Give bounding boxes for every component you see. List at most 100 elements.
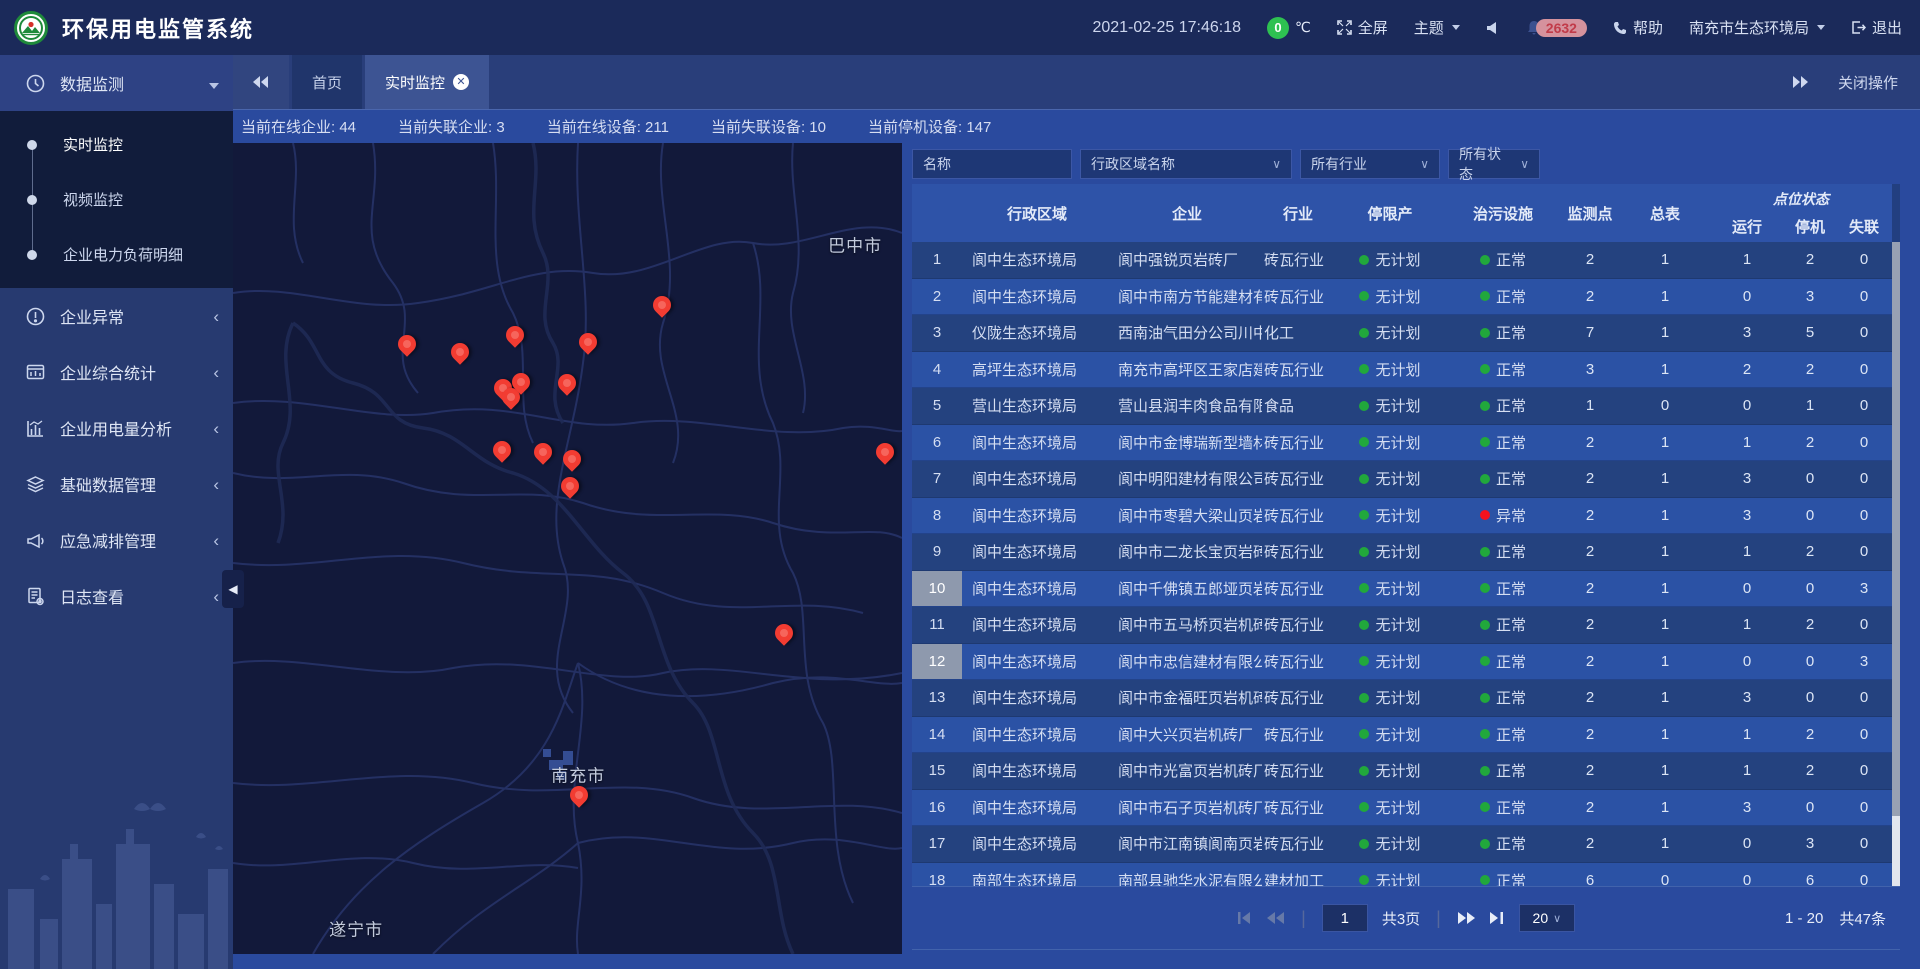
cell-meters: 1	[1620, 279, 1710, 315]
cell-points: 6	[1560, 863, 1620, 887]
cell-plan-status: 无计划	[1334, 644, 1446, 680]
table-row[interactable]: 18南部生态环境局南部县驰华水泥有限公建材加工无计划正常60060	[912, 863, 1892, 887]
cell-points: 2	[1560, 717, 1620, 753]
cell-run: 2	[1710, 352, 1784, 388]
row-number: 15	[912, 753, 962, 789]
status-dot-icon	[1480, 328, 1490, 338]
cell-points: 2	[1560, 498, 1620, 534]
theme-dropdown[interactable]: 主题	[1414, 17, 1460, 38]
cell-meters: 1	[1620, 352, 1710, 388]
status-dot-icon	[1359, 693, 1369, 703]
cell-region: 高坪生态环境局	[962, 352, 1112, 388]
col-header-industry: 行业	[1262, 184, 1334, 242]
table-row[interactable]: 14阆中生态环境局阆中大兴页岩机砖厂砖瓦行业无计划正常21120	[912, 717, 1892, 754]
row-number: 11	[912, 607, 962, 643]
logout-button[interactable]: 退出	[1851, 17, 1902, 38]
sound-mute-button[interactable]	[1486, 21, 1500, 35]
notifications-button[interactable]: 2632	[1526, 19, 1587, 37]
cell-lost: 0	[1836, 498, 1892, 534]
sidebar-item-企业电力负荷明细[interactable]: 企业电力负荷明细	[0, 227, 233, 282]
tab-close-icon[interactable]: ✕	[453, 74, 469, 90]
table-row[interactable]: 2阆中生态环境局阆中市南方节能建材有砖瓦行业无计划正常21030	[912, 279, 1892, 316]
cell-region: 仪陇生态环境局	[962, 315, 1112, 351]
table-row[interactable]: 17阆中生态环境局阆中市江南镇阆南页岩砖瓦行业无计划正常21030	[912, 826, 1892, 863]
next-page-button[interactable]	[1457, 911, 1475, 925]
table-row[interactable]: 8阆中生态环境局阆中市枣碧大梁山页岩砖瓦行业无计划异常21300	[912, 498, 1892, 535]
cell-industry: 砖瓦行业	[1262, 425, 1334, 461]
cell-plan-status: 无计划	[1334, 498, 1446, 534]
chevron-down-icon: ∨	[1520, 157, 1529, 171]
table-row[interactable]: 1阆中生态环境局阆中强锐页岩砖厂砖瓦行业无计划正常21120	[912, 242, 1892, 279]
sidebar-group-7[interactable]: 日志查看‹	[0, 568, 233, 624]
page-size-select[interactable]: 20∨	[1519, 904, 1575, 932]
prev-page-button[interactable]	[1267, 911, 1285, 925]
cell-region: 营山生态环境局	[962, 388, 1112, 424]
table-row[interactable]: 10阆中生态环境局阆中千佛镇五郎垭页岩砖瓦行业无计划正常21003	[912, 571, 1892, 608]
cell-points: 7	[1560, 315, 1620, 351]
cell-region: 阆中生态环境局	[962, 717, 1112, 753]
table-row[interactable]: 12阆中生态环境局阆中市忠信建材有限公砖瓦行业无计划正常21003	[912, 644, 1892, 681]
sidebar-group-4[interactable]: 企业用电量分析‹	[0, 400, 233, 456]
region-filter-select[interactable]: 行政区域名称∨	[1080, 149, 1292, 179]
status-dot-icon	[1359, 547, 1369, 557]
table-row[interactable]: 9阆中生态环境局阆中市二龙长宝页岩砖砖瓦行业无计划正常21120	[912, 534, 1892, 571]
col-header-region: 行政区域	[962, 184, 1112, 242]
scrollbar-thumb[interactable]	[1892, 242, 1900, 816]
table-row[interactable]: 7阆中生态环境局阆中明阳建材有限公司砖瓦行业无计划正常21300	[912, 461, 1892, 498]
status-dot-icon	[1359, 437, 1369, 447]
table-row[interactable]: 11阆中生态环境局阆中市五马桥页岩机砖砖瓦行业无计划正常21120	[912, 607, 1892, 644]
cell-plan-status: 无计划	[1334, 461, 1446, 497]
name-filter-input[interactable]	[912, 149, 1072, 179]
app-title: 环保用电监管系统	[62, 12, 254, 44]
table-row[interactable]: 13阆中生态环境局阆中市金福旺页岩机砖砖瓦行业无计划正常21300	[912, 680, 1892, 717]
sidebar-group-3[interactable]: 企业综合统计‹	[0, 344, 233, 400]
help-button[interactable]: 帮助	[1613, 17, 1663, 38]
chart-icon	[26, 418, 46, 438]
status-filter-select[interactable]: 所有状态∨	[1448, 149, 1540, 179]
col-header-points: 监测点	[1560, 184, 1620, 242]
notification-count-badge: 2632	[1536, 19, 1587, 37]
cell-meters: 1	[1620, 461, 1710, 497]
cell-points: 2	[1560, 790, 1620, 826]
table-row[interactable]: 16阆中生态环境局阆中市石子页岩机砖厂砖瓦行业无计划正常21300	[912, 790, 1892, 827]
cell-stop: 0	[1784, 498, 1836, 534]
cell-lost: 0	[1836, 425, 1892, 461]
page-number-input[interactable]	[1322, 904, 1368, 932]
tab-realtime-monitor[interactable]: 实时监控 ✕	[365, 55, 489, 109]
sidebar-group-5[interactable]: 基础数据管理‹	[0, 456, 233, 512]
map-canvas[interactable]: 巴中市南充市遂宁市	[233, 143, 902, 954]
industry-filter-select[interactable]: 所有行业∨	[1300, 149, 1440, 179]
row-number: 17	[912, 826, 962, 862]
sidebar-group-label: 企业用电量分析	[60, 416, 213, 440]
cell-meters: 1	[1620, 790, 1710, 826]
sidebar-item-视频监控[interactable]: 视频监控	[0, 172, 233, 227]
fullscreen-button[interactable]: 全屏	[1337, 17, 1388, 38]
sidebar-group-1[interactable]: 数据监测	[0, 55, 233, 111]
chevron-down-icon: ∨	[1420, 157, 1429, 171]
sidebar-collapse-handle[interactable]: ◀	[222, 570, 244, 608]
cell-run: 0	[1710, 826, 1784, 862]
table-row[interactable]: 5营山生态环境局营山县润丰肉食品有限食品无计划正常10010	[912, 388, 1892, 425]
tab-home[interactable]: 首页	[292, 55, 362, 109]
double-chevron-right-icon[interactable]	[1792, 76, 1808, 88]
last-page-button[interactable]	[1489, 911, 1505, 925]
user-dropdown[interactable]: 南充市生态环境局	[1689, 17, 1825, 38]
sidebar-group-2[interactable]: 企业异常‹	[0, 288, 233, 344]
tab-bar: 首页 实时监控 ✕ 关闭操作	[233, 55, 1920, 110]
sidebar-group-6[interactable]: 应急减排管理‹	[0, 512, 233, 568]
chevron-left-icon: ‹	[213, 476, 219, 493]
status-dot-icon	[1480, 364, 1490, 374]
table-row[interactable]: 3仪陇生态环境局西南油气田分公司川中化工无计划正常71350	[912, 315, 1892, 352]
row-number: 5	[912, 388, 962, 424]
table-row[interactable]: 15阆中生态环境局阆中市光富页岩机砖厂砖瓦行业无计划正常21120	[912, 753, 1892, 790]
table-row[interactable]: 4高坪生态环境局南充市高坪区王家店建砖瓦行业无计划正常31220	[912, 352, 1892, 389]
cell-run: 0	[1710, 863, 1784, 887]
table-row[interactable]: 6阆中生态环境局阆中市金博瑞新型墙材砖瓦行业无计划正常21120	[912, 425, 1892, 462]
cell-region: 阆中生态环境局	[962, 498, 1112, 534]
first-page-button[interactable]	[1237, 911, 1253, 925]
cell-lost: 3	[1836, 571, 1892, 607]
col-header-lost: 失联	[1836, 216, 1892, 237]
sidebar-item-实时监控[interactable]: 实时监控	[0, 117, 233, 172]
close-operations-button[interactable]: 关闭操作	[1838, 72, 1898, 93]
tab-scroll-left-button[interactable]	[233, 55, 289, 109]
